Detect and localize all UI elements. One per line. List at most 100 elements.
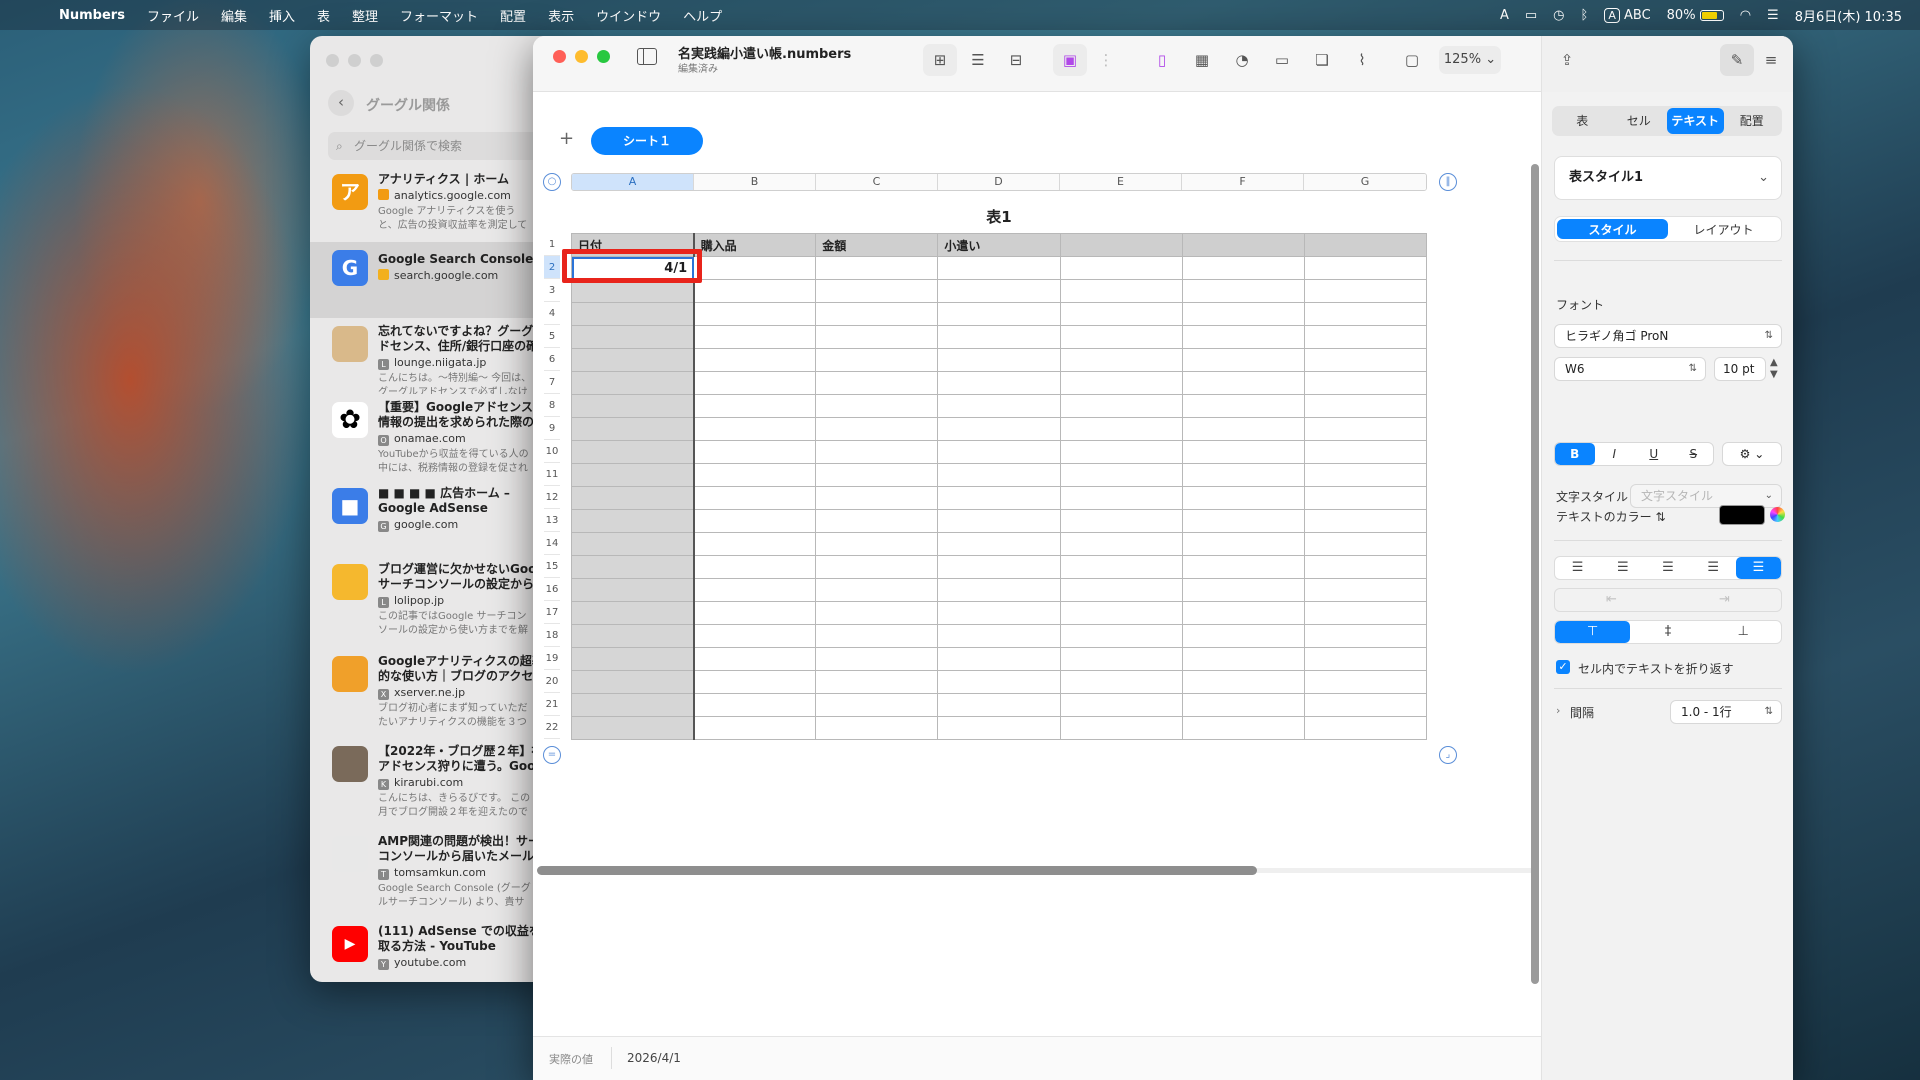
italic-button[interactable]: I xyxy=(1595,443,1635,465)
align-justify-icon[interactable]: ☰ xyxy=(1691,557,1736,579)
column-header-g[interactable]: G xyxy=(1304,174,1426,190)
menu-arrange[interactable]: 配置 xyxy=(489,6,537,25)
table-cell[interactable] xyxy=(1181,716,1305,740)
table-cell[interactable] xyxy=(1181,624,1305,648)
table-cell[interactable] xyxy=(1181,440,1305,464)
row-number[interactable]: 14 xyxy=(544,532,560,555)
list-item[interactable]: 忘れてないですよね？グーグル ドセンス、住所/銀行口座の確 Llounge.ni… xyxy=(310,318,558,394)
table-cell[interactable] xyxy=(937,509,1061,533)
table-cell[interactable] xyxy=(815,325,939,349)
table-cell[interactable] xyxy=(570,417,695,441)
table-cell[interactable] xyxy=(1303,463,1428,487)
row-number[interactable]: 21 xyxy=(544,693,560,716)
text-box-icon[interactable]: ▭ xyxy=(1265,44,1299,76)
disclosure-chevron-icon[interactable]: › xyxy=(1556,704,1560,717)
column-header-c[interactable]: C xyxy=(816,174,938,190)
table-cell[interactable] xyxy=(937,532,1061,556)
indent-icon[interactable]: ⇥ xyxy=(1668,589,1781,611)
wrap-text-checkbox[interactable]: ✓ xyxy=(1556,660,1570,674)
table-cell[interactable] xyxy=(815,440,939,464)
menu-table[interactable]: 表 xyxy=(306,6,341,25)
table-cell[interactable] xyxy=(570,601,695,625)
menu-format[interactable]: フォーマット xyxy=(389,6,489,25)
list-item[interactable]: ブログ運営に欠かせないGoog サーチコンソールの設定から使 Llolipop.… xyxy=(310,556,558,648)
table-cell[interactable] xyxy=(1181,578,1305,602)
table-cell[interactable] xyxy=(937,394,1061,418)
table-cell[interactable] xyxy=(815,509,939,533)
table-cell[interactable] xyxy=(1303,532,1428,556)
row-number[interactable]: 18 xyxy=(544,624,560,647)
battery-status[interactable]: 80% xyxy=(1667,8,1724,23)
menu-window[interactable]: ウインドウ xyxy=(585,6,672,25)
table-cell[interactable] xyxy=(693,440,817,464)
table-cell[interactable] xyxy=(1059,371,1183,395)
adobe-icon[interactable]: A xyxy=(1500,8,1509,23)
add-row-handle[interactable]: = xyxy=(543,746,561,764)
table-cell[interactable] xyxy=(815,601,939,625)
table-cell[interactable] xyxy=(1303,647,1428,671)
table-cell[interactable] xyxy=(570,486,695,510)
table-cell[interactable] xyxy=(1059,555,1183,579)
outdent-icon[interactable]: ⇤ xyxy=(1555,589,1668,611)
list-item[interactable]: ✿ 【重要】Googleアドセンスで税 情報の提出を求められた際の設 Oonam… xyxy=(310,394,558,480)
table-cell[interactable] xyxy=(1059,440,1183,464)
table-cell[interactable] xyxy=(815,578,939,602)
tab-arrange[interactable]: 配置 xyxy=(1724,108,1781,134)
font-size-stepper[interactable]: ▲ ▼ xyxy=(1770,357,1778,381)
column-header-a[interactable]: A xyxy=(572,174,694,190)
table-cell[interactable] xyxy=(1181,670,1305,694)
wifi-icon[interactable]: ◠ xyxy=(1740,8,1751,23)
attachment-icon[interactable]: ⌇ xyxy=(1345,44,1379,76)
table-cell[interactable] xyxy=(937,302,1061,326)
row-number[interactable]: 8 xyxy=(544,394,560,417)
table-select-handle[interactable]: ○ xyxy=(543,173,561,191)
table-cell[interactable] xyxy=(937,279,1061,303)
table-cell[interactable] xyxy=(1181,417,1305,441)
table-cell[interactable] xyxy=(1303,256,1428,280)
table-cell[interactable] xyxy=(1303,693,1428,717)
menu-view[interactable]: 表示 xyxy=(537,6,585,25)
table-cell[interactable] xyxy=(1303,279,1428,303)
text-color-label[interactable]: テキストのカラー ⇅ xyxy=(1556,508,1666,525)
row-number[interactable]: 7 xyxy=(544,371,560,394)
align-right-icon[interactable]: ☰ xyxy=(1645,557,1690,579)
clipboard-icon[interactable]: ▯ xyxy=(1145,44,1179,76)
table-cell[interactable] xyxy=(693,624,817,648)
close-button[interactable] xyxy=(326,54,339,67)
color-wheel-icon[interactable] xyxy=(1770,507,1785,522)
table-cell[interactable] xyxy=(937,348,1061,372)
table-cell[interactable] xyxy=(1181,601,1305,625)
table-cell[interactable] xyxy=(1059,394,1183,418)
table-cell[interactable] xyxy=(1181,371,1305,395)
organize-icon[interactable]: ≡ xyxy=(1754,44,1788,76)
table-cell[interactable] xyxy=(693,394,817,418)
table-cell[interactable] xyxy=(570,440,695,464)
table-cell[interactable] xyxy=(570,532,695,556)
table-cell[interactable] xyxy=(693,670,817,694)
list-item[interactable]: ■ ■ ■ ■ ■ 広告ホーム – Google AdSense Ggoogle… xyxy=(310,480,558,556)
table-cell[interactable] xyxy=(937,578,1061,602)
row-number[interactable]: 16 xyxy=(544,578,560,601)
close-button[interactable] xyxy=(553,50,566,63)
text-options-gear-icon[interactable]: ⚙ ⌄ xyxy=(1722,442,1782,466)
font-weight-select[interactable]: W6 ⇅ xyxy=(1554,357,1706,381)
table-cell[interactable] xyxy=(815,647,939,671)
table-cell[interactable] xyxy=(815,463,939,487)
table-cell[interactable] xyxy=(570,302,695,326)
table-cell[interactable] xyxy=(1181,486,1305,510)
table-cell[interactable] xyxy=(693,578,817,602)
table-cell[interactable] xyxy=(693,302,817,326)
control-center-icon[interactable]: ☰ xyxy=(1767,8,1779,23)
table-cell[interactable] xyxy=(693,647,817,671)
table-cell[interactable] xyxy=(693,348,817,372)
tab-layout[interactable]: レイアウト xyxy=(1668,219,1779,239)
spacing-select[interactable]: 1.0 - 1行 ⇅ xyxy=(1670,700,1782,724)
table-cell[interactable] xyxy=(1059,463,1183,487)
table-cell[interactable] xyxy=(1181,325,1305,349)
table-cell[interactable] xyxy=(693,371,817,395)
folder-search-input[interactable]: ⌕ グーグル関係で検索 xyxy=(328,132,558,160)
table-cell[interactable] xyxy=(1181,256,1305,280)
header-cell[interactable] xyxy=(1059,233,1183,257)
table-cell[interactable] xyxy=(815,532,939,556)
table-cell[interactable] xyxy=(815,394,939,418)
